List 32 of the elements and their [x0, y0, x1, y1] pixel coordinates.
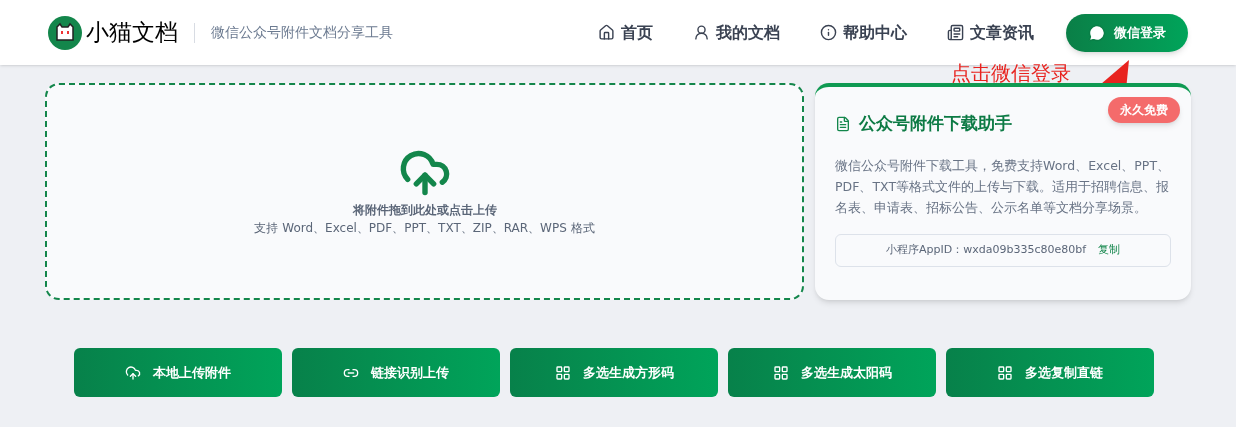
cat-logo-icon [48, 15, 82, 50]
tagline: 微信公众号附件文档分享工具 [211, 23, 393, 42]
user-icon [693, 24, 710, 41]
free-badge: 永久免费 [1108, 97, 1180, 123]
newspaper-icon [947, 24, 964, 41]
brand-name[interactable]: 小猫文档 [86, 15, 178, 50]
action-button[interactable]: 链接识别上传 [292, 348, 500, 397]
nav-link[interactable]: 帮助中心 [820, 20, 907, 45]
nav-link[interactable]: 首页 [598, 20, 653, 45]
nav-link[interactable]: 文章资讯 [947, 20, 1034, 45]
action-button[interactable]: 多选复制直链 [946, 348, 1154, 397]
document-icon [835, 115, 852, 132]
upload-dropzone[interactable]: 将附件拖到此处或点击上传 支持 Word、Excel、PDF、PPT、TXT、ZIP、RAR、WPS 格式 [45, 83, 805, 300]
action-button[interactable]: 本地上传附件 [74, 348, 282, 397]
action-button[interactable]: 多选生成太阳码 [728, 348, 936, 397]
wechat-icon [1088, 23, 1106, 42]
nav-link[interactable]: 我的文档 [693, 20, 780, 45]
appid-text: 小程序AppID：wxda09b335c80e80bf [886, 241, 1087, 258]
wechat-login-button[interactable]: 微信登录 [1066, 13, 1188, 52]
grid-icon [997, 364, 1013, 381]
card-title: 公众号附件下载助手 [859, 112, 1013, 135]
grid-icon [772, 364, 789, 381]
upload-hint: 支持 Word、Excel、PDF、PPT、TXT、ZIP、RAR、WPS 格式 [254, 219, 595, 237]
annotation-text: 点击微信登录 [951, 60, 1071, 87]
home-icon [598, 24, 615, 41]
cloud-upload-icon [125, 364, 141, 381]
grid-icon [554, 364, 571, 381]
action-button[interactable]: 多选生成方形码 [510, 348, 718, 397]
card-description: 微信公众号附件下载工具，免费支持Word、Excel、PPT、PDF、TXT等格式文件的上传与下载。适用于招聘信息、报名表、申请表、招标公告、公示名单等文档分享场景。 [835, 156, 1171, 217]
upload-title: 将附件拖到此处或点击上传 [352, 201, 497, 219]
copy-link[interactable]: 复制 [1098, 241, 1121, 259]
info-icon [820, 24, 837, 41]
